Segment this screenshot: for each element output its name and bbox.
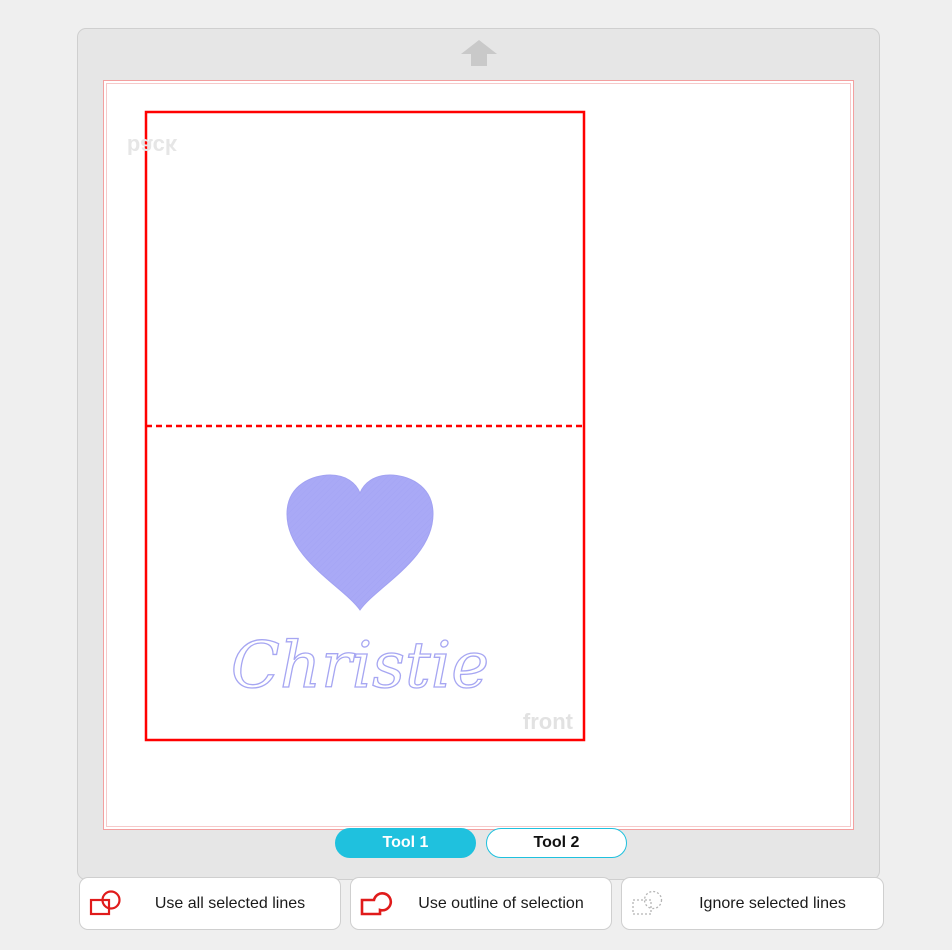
use-all-selected-lines-label: Use all selected lines (154, 894, 306, 912)
tab-tool-2[interactable]: Tool 2 (486, 828, 627, 858)
use-outline-of-selection-label: Use outline of selection (418, 894, 584, 912)
shapes-outline-icon (360, 892, 393, 916)
shapes-ignore-icon (632, 890, 663, 915)
back-label: back (127, 134, 178, 159)
use-all-selected-lines-button[interactable]: Use all selected lines (79, 877, 341, 930)
ignore-selected-lines-label: Ignore selected lines (699, 894, 846, 912)
ignore-selected-lines-button[interactable]: Ignore selected lines (621, 877, 884, 930)
card-design: back front Christie (127, 110, 586, 742)
christie-script-text[interactable]: Christie (230, 628, 489, 703)
shapes-selected-icon (89, 890, 121, 916)
tab-tool-1[interactable]: Tool 1 (335, 828, 476, 858)
use-outline-of-selection-button[interactable]: Use outline of selection (350, 877, 612, 930)
cut-mat-panel: back front Christie Tool 1 Tool 2 (77, 28, 880, 880)
mat-canvas[interactable]: back front Christie (103, 80, 854, 830)
move-up-arrow-icon[interactable] (459, 38, 499, 68)
front-label: front (523, 709, 574, 734)
